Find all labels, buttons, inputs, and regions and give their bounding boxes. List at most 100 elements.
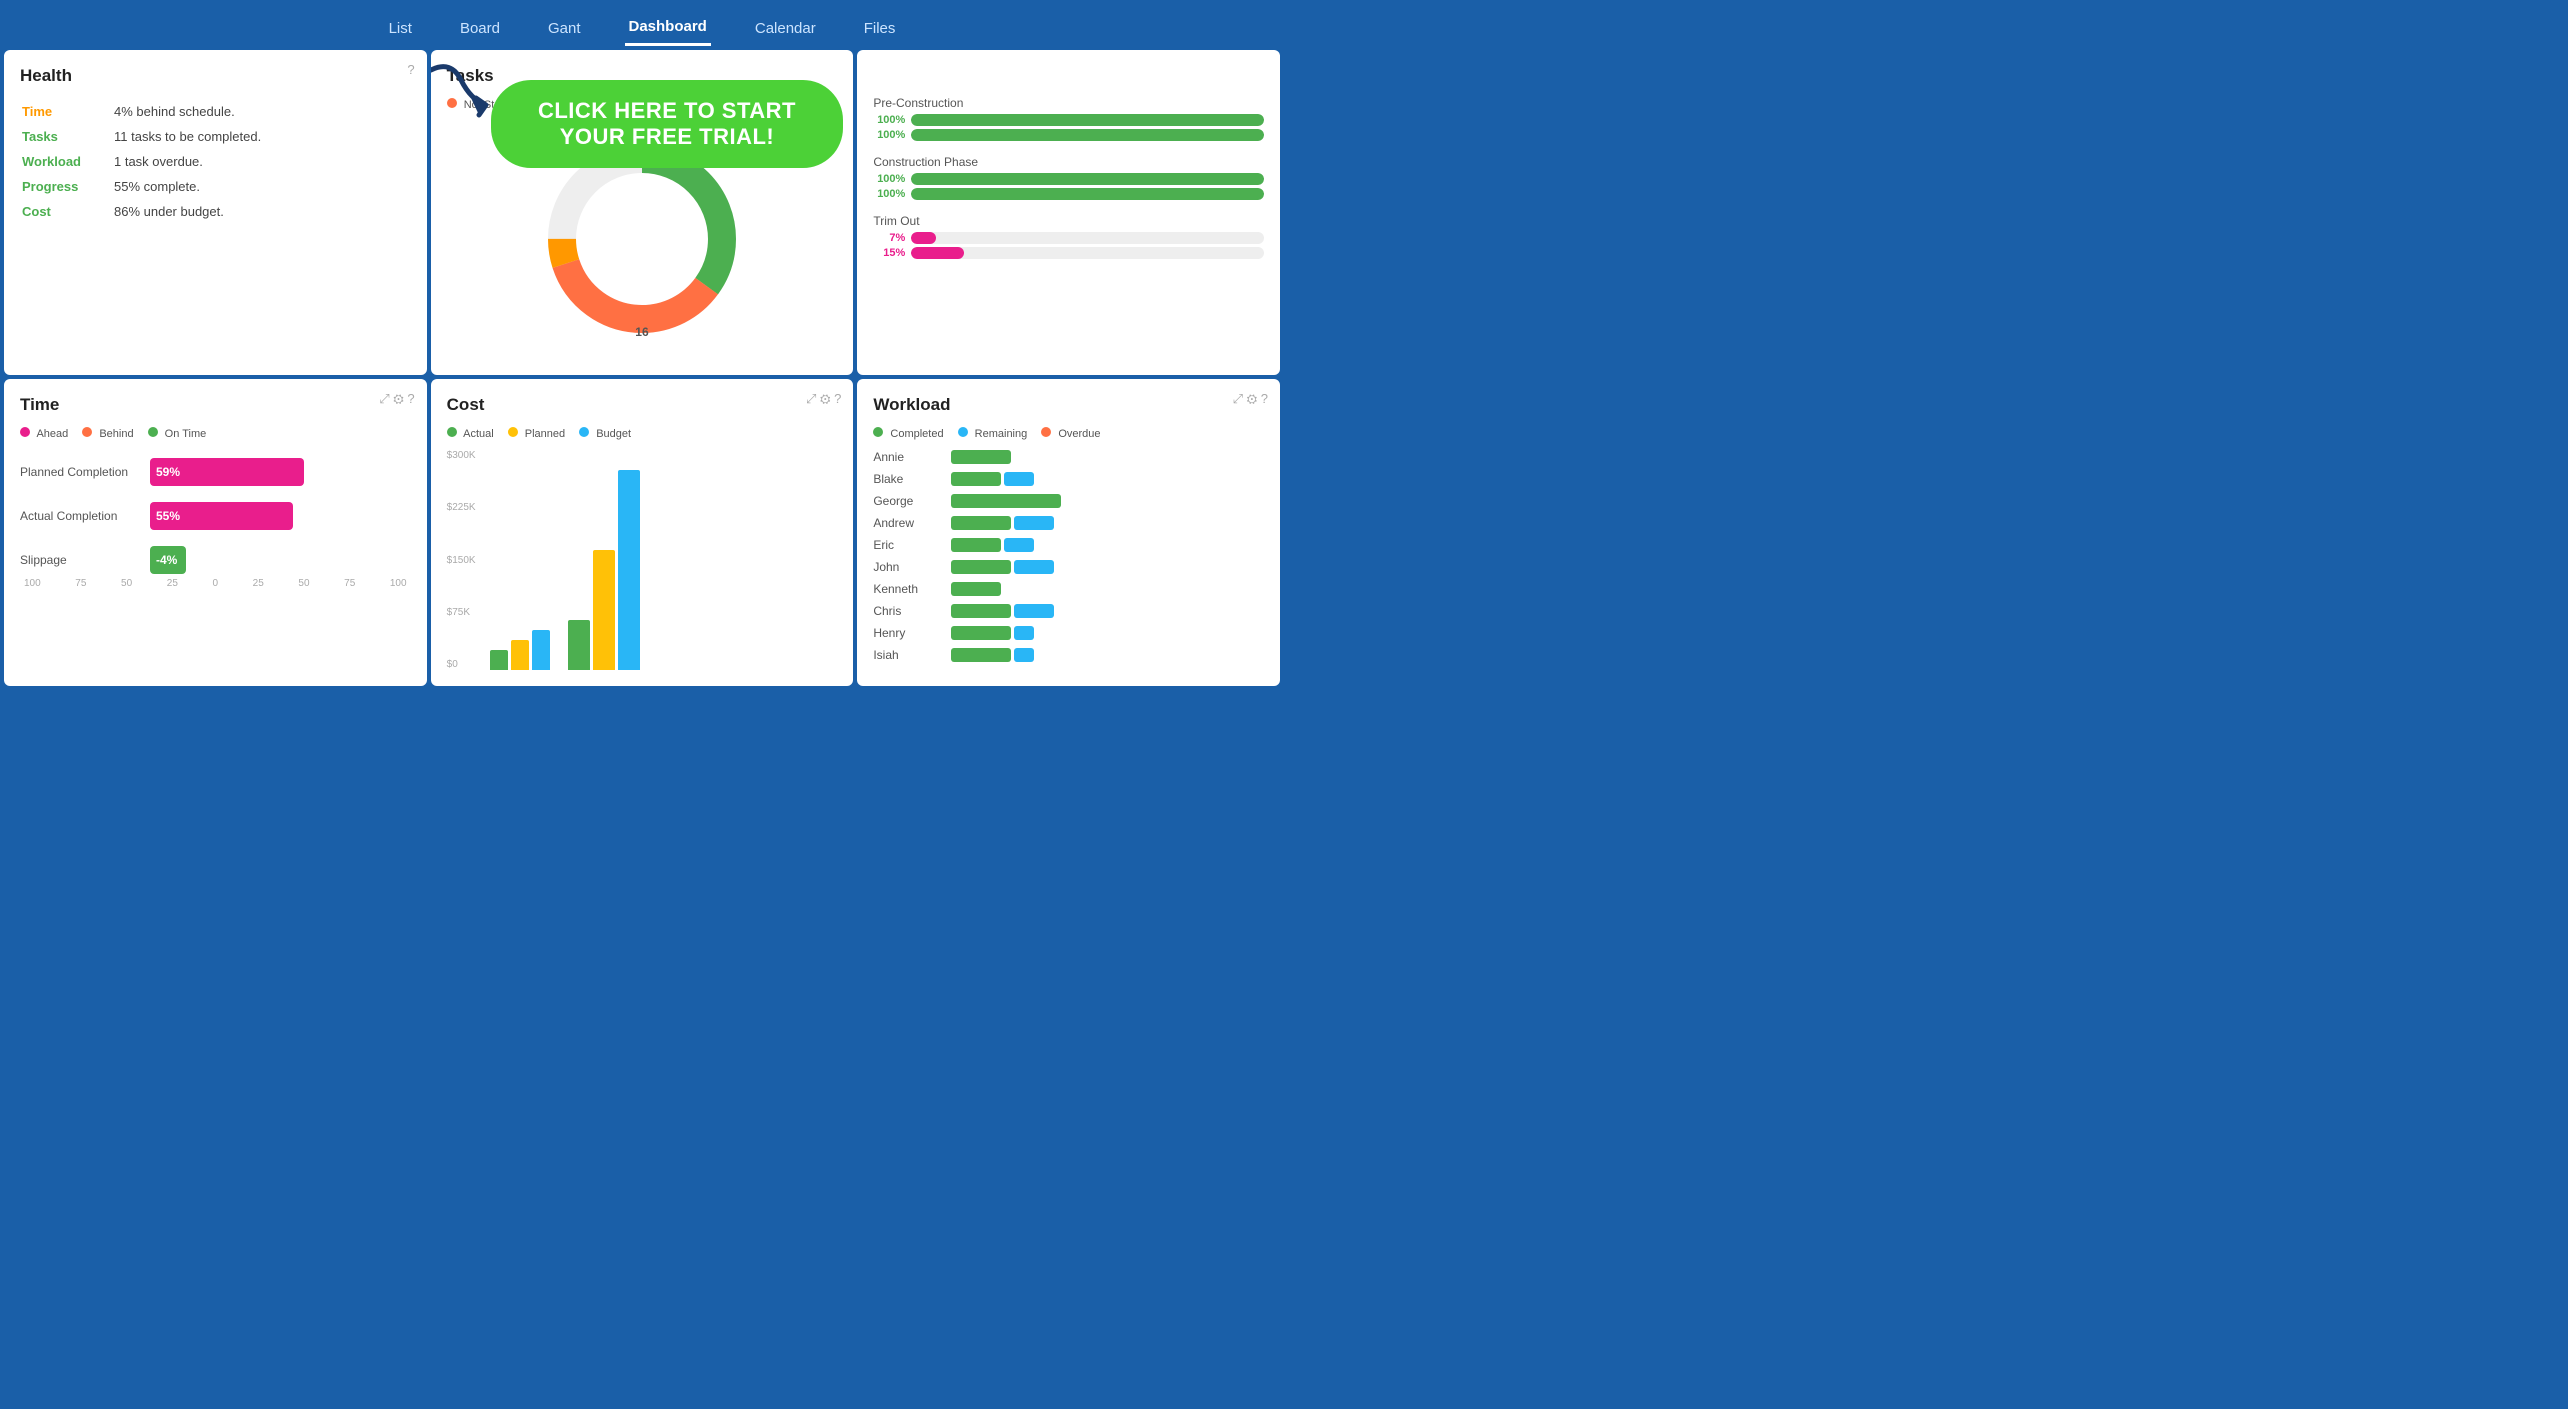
trim-out-fill1 — [911, 232, 936, 244]
workload-title: Workload — [873, 395, 1264, 415]
chris-bars — [951, 604, 1054, 618]
cost-legend-budget: Budget — [579, 427, 631, 440]
nav-files[interactable]: Files — [860, 12, 900, 45]
chris-remaining-bar — [1014, 604, 1054, 618]
pre-construction-bar1: 100% — [873, 114, 1264, 126]
cta-text[interactable]: CLICK HERE TO START YOUR FREE TRIAL! — [519, 98, 816, 150]
time-chart-container: Planned Completion 59% Actual Completion… — [20, 454, 411, 589]
cta-arrow-icon — [431, 60, 501, 130]
time-planned-row: Planned Completion 59% — [20, 458, 411, 486]
workload-legend-remaining: Remaining — [958, 427, 1028, 440]
cost-title: Cost — [447, 395, 838, 415]
chris-completed-bar — [951, 604, 1011, 618]
construction-pct2: 100% — [873, 188, 905, 200]
cost-legend: Actual Planned Budget — [447, 427, 838, 440]
health-workload-value: 1 task overdue. — [114, 150, 409, 173]
annie-bars — [951, 450, 1011, 464]
health-card: Health ? Time 4% behind schedule. Tasks … — [4, 50, 427, 375]
construction-track2 — [911, 188, 1264, 200]
time-bars: Planned Completion 59% Actual Completion… — [20, 454, 411, 574]
nav-dashboard[interactable]: Dashboard — [625, 10, 711, 46]
health-cost-row: Cost 86% under budget. — [22, 200, 409, 223]
workload-kenneth: Kenneth — [873, 582, 1264, 596]
construction-bar1: 100% — [873, 173, 1264, 185]
henry-name: Henry — [873, 626, 943, 640]
time-actual-track: 55% — [150, 502, 410, 530]
time-actual-row: Actual Completion 55% — [20, 502, 411, 530]
phase-construction: Construction Phase 100% 100% — [873, 155, 1264, 200]
isiah-bars — [951, 648, 1034, 662]
cost-card-icons[interactable]: ⤢ ⚙ ? — [806, 391, 841, 407]
pre-construction-track1 — [911, 114, 1264, 126]
workload-legend: Completed Remaining Overdue — [873, 427, 1264, 440]
construction-pct1: 100% — [873, 173, 905, 185]
phases-card: Pre-Construction 100% 100% Construction … — [857, 50, 1280, 375]
planned-dot — [508, 427, 518, 437]
time-card-icons[interactable]: ⤢ ⚙ ? — [379, 391, 414, 407]
nav-list[interactable]: List — [385, 12, 416, 45]
blake-bars — [951, 472, 1034, 486]
workload-john: John — [873, 560, 1264, 574]
andrew-name: Andrew — [873, 516, 943, 530]
time-axis: 100 75 50 25 0 25 50 75 100 — [20, 578, 411, 589]
actual-dot — [447, 427, 457, 437]
trim-out-track1 — [911, 232, 1264, 244]
trim-out-track2 — [911, 247, 1264, 259]
health-help-icon[interactable]: ? — [407, 62, 414, 77]
time-legend: Ahead Behind On Time — [20, 427, 411, 440]
phase-trim-out: Trim Out 7% 15% — [873, 214, 1264, 259]
george-name: George — [873, 494, 943, 508]
health-tasks-value: 11 tasks to be completed. — [114, 125, 409, 148]
trim-out-bar2: 15% — [873, 247, 1264, 259]
henry-completed-bar — [951, 626, 1011, 640]
health-time-label: Time — [22, 100, 112, 123]
workload-chris: Chris — [873, 604, 1264, 618]
john-completed-bar — [951, 560, 1011, 574]
construction-fill2 — [911, 188, 1264, 200]
health-title: Health — [20, 66, 411, 86]
isiah-remaining-bar — [1014, 648, 1034, 662]
nav-calendar[interactable]: Calendar — [751, 12, 820, 45]
budget-dot — [579, 427, 589, 437]
time-planned-bar: 59% — [150, 458, 304, 486]
nav-gant[interactable]: Gant — [544, 12, 585, 45]
cost-bars-area — [482, 450, 648, 670]
blake-remaining-bar — [1004, 472, 1034, 486]
cost-bar-g1-planned — [511, 640, 529, 670]
cost-bar-g1-actual — [490, 650, 508, 670]
workload-andrew: Andrew — [873, 516, 1264, 530]
time-planned-label: Planned Completion — [20, 465, 150, 479]
blake-completed-bar — [951, 472, 1001, 486]
cost-chart-area: $0 $75K $150K $225K $300K — [447, 450, 838, 670]
time-actual-label: Actual Completion — [20, 509, 150, 523]
tasks-card: Tasks Not Started Complete — [431, 50, 854, 375]
kenneth-completed-bar — [951, 582, 1001, 596]
cta-banner[interactable]: CLICK HERE TO START YOUR FREE TRIAL! — [491, 80, 844, 168]
health-time-row: Time 4% behind schedule. — [22, 100, 409, 123]
ahead-dot — [20, 427, 30, 437]
cost-legend-planned: Planned — [508, 427, 565, 440]
chris-name: Chris — [873, 604, 943, 618]
george-bars — [951, 494, 1061, 508]
cost-bar-g2-budget — [618, 470, 640, 670]
workload-legend-completed: Completed — [873, 427, 943, 440]
cost-bar-g2-planned — [593, 550, 615, 670]
trim-out-bar1: 7% — [873, 232, 1264, 244]
workload-card-icons[interactable]: ⤢ ⚙ ? — [1233, 391, 1268, 407]
health-table: Time 4% behind schedule. Tasks 11 tasks … — [20, 98, 411, 225]
time-title: Time — [20, 395, 411, 415]
workload-annie: Annie — [873, 450, 1264, 464]
john-name: John — [873, 560, 943, 574]
construction-fill1 — [911, 173, 1264, 185]
time-slippage-label: Slippage — [20, 553, 150, 567]
cost-bar-g2-actual — [568, 620, 590, 670]
eric-remaining-bar — [1004, 538, 1034, 552]
henry-bars — [951, 626, 1034, 640]
pre-construction-fill1 — [911, 114, 1264, 126]
time-slippage-bar: -4% — [150, 546, 186, 574]
time-legend-ontime: On Time — [148, 427, 207, 440]
nav-board[interactable]: Board — [456, 12, 504, 45]
cost-bar-g1-budget — [532, 630, 550, 670]
time-legend-behind: Behind — [82, 427, 133, 440]
george-completed-bar — [951, 494, 1061, 508]
